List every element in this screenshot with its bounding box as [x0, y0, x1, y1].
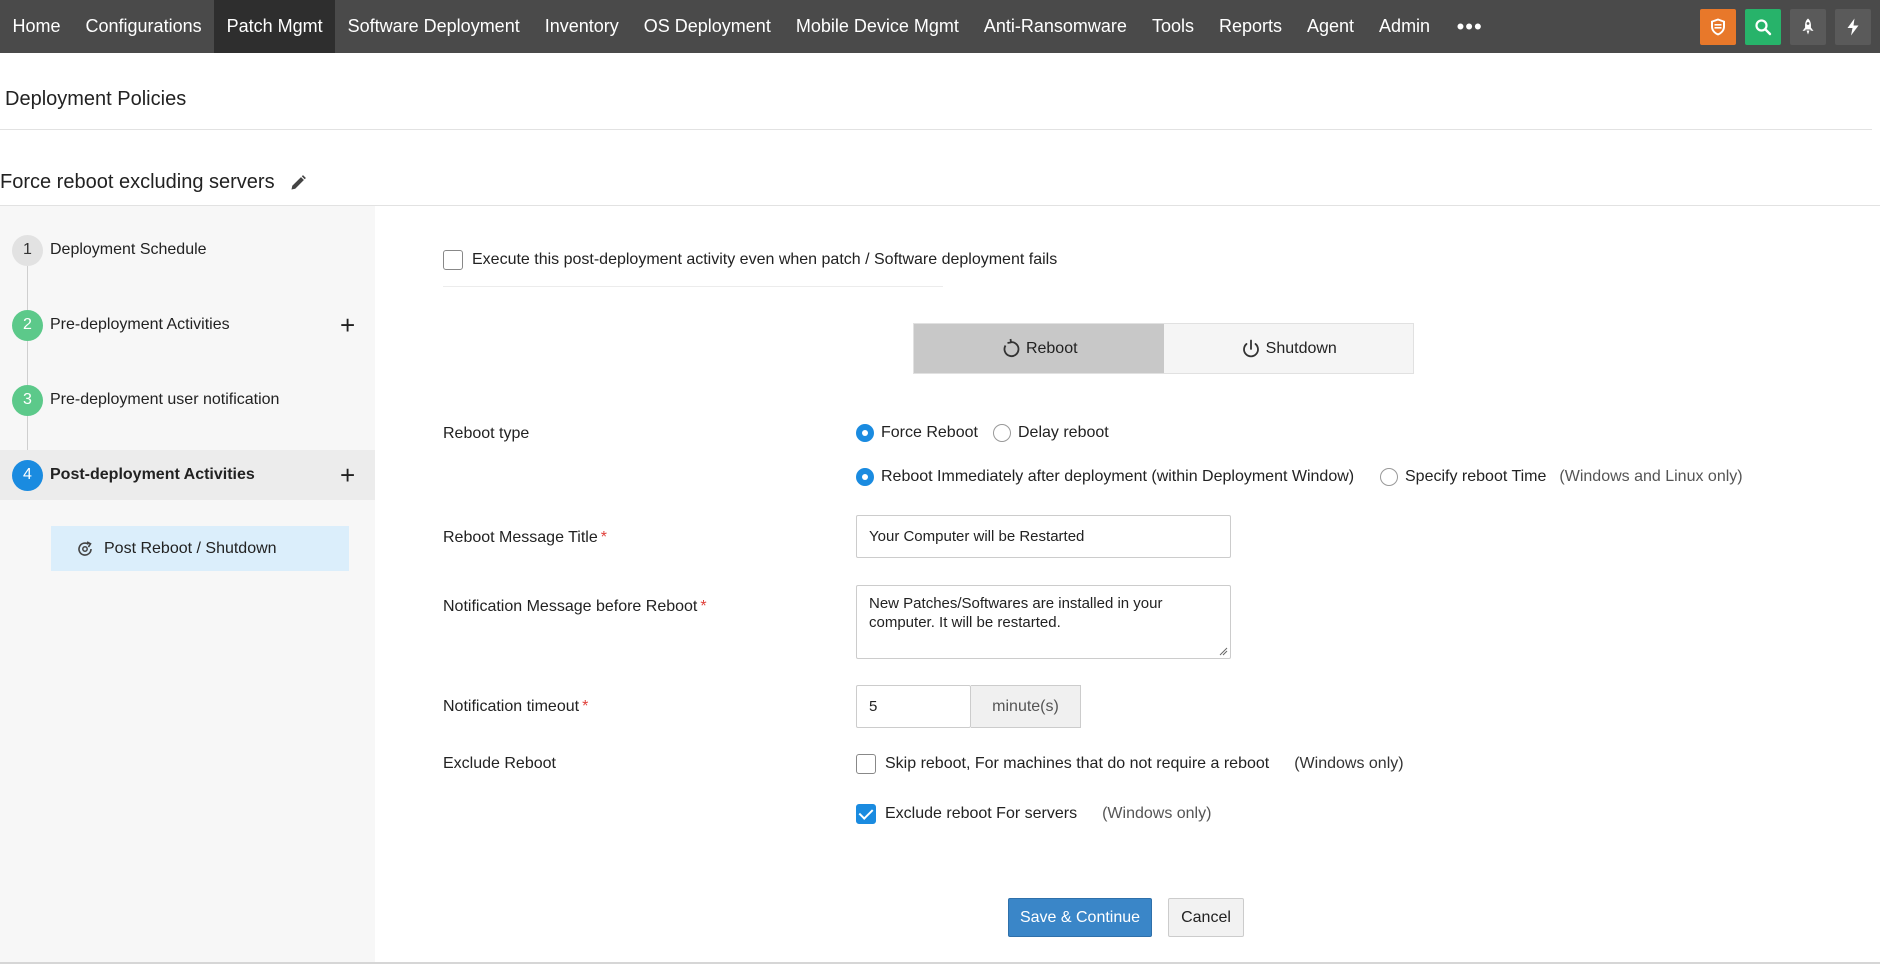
force-reboot-label: Force Reboot: [881, 424, 978, 441]
step-label: Post-deployment Activities: [50, 466, 255, 483]
notification-timeout-label: Notification timeout *: [443, 698, 588, 716]
top-navigation-bar: Home Configurations Patch Mgmt Software …: [0, 0, 1880, 53]
power-icon: [1242, 339, 1259, 357]
shutdown-tab[interactable]: Shutdown: [1163, 324, 1413, 373]
required-marker: *: [582, 698, 589, 715]
specify-reboot-hint: (Windows and Linux only): [1559, 468, 1743, 485]
nav-item-configurations[interactable]: Configurations: [73, 0, 214, 53]
search-icon[interactable]: [1745, 8, 1781, 45]
exclude-servers-option[interactable]: Exclude reboot For servers (Windows only…: [856, 804, 1211, 824]
more-menu-icon[interactable]: •••: [1443, 0, 1497, 53]
nav-item-anti-ransomware[interactable]: Anti-Ransomware: [971, 0, 1139, 53]
bolt-icon[interactable]: [1835, 8, 1871, 45]
nav-item-agent[interactable]: Agent: [1295, 0, 1367, 53]
substep-post-reboot-shutdown[interactable]: Post Reboot / Shutdown: [51, 526, 349, 571]
delay-reboot-radio[interactable]: [993, 424, 1011, 442]
reboot-shutdown-toggle: Reboot Shutdown: [913, 323, 1414, 374]
divider: [443, 286, 943, 287]
nav-menu: Home Configurations Patch Mgmt Software …: [0, 0, 1497, 53]
step-post-deployment-activities[interactable]: 4 Post-deployment Activities +: [0, 450, 375, 500]
delay-reboot-option[interactable]: Delay reboot: [993, 424, 1109, 442]
specify-reboot-time-label: Specify reboot Time: [1405, 468, 1547, 485]
step-pre-deployment-user-notification[interactable]: 3 Pre-deployment user notification: [0, 375, 375, 425]
nav-item-mobile-device-mgmt[interactable]: Mobile Device Mgmt: [783, 0, 971, 53]
reboot-tab-label: Reboot: [1025, 339, 1078, 357]
reboot-message-title-label: Reboot Message Title *: [443, 529, 607, 547]
policy-name: Force reboot excluding servers: [0, 171, 275, 193]
nav-item-tools[interactable]: Tools: [1139, 0, 1206, 53]
exclude-servers-checkbox[interactable]: [856, 804, 876, 824]
step-label: Deployment Schedule: [50, 241, 207, 258]
specify-reboot-time-radio[interactable]: [1380, 468, 1398, 486]
required-marker: *: [700, 598, 707, 615]
nav-item-inventory[interactable]: Inventory: [532, 0, 631, 53]
exclude-servers-label: Exclude reboot For servers: [885, 805, 1078, 822]
nav-item-home[interactable]: Home: [0, 0, 73, 53]
reboot-icon: [1003, 338, 1020, 357]
main-form-panel: [375, 206, 1880, 962]
nav-item-software-deployment[interactable]: Software Deployment: [335, 0, 532, 53]
steps-connector-line: [27, 250, 28, 475]
step-number: 2: [12, 309, 43, 341]
save-continue-button[interactable]: Save & Continue: [1008, 898, 1152, 937]
reboot-type-label: Reboot type: [443, 425, 530, 442]
pencil-icon[interactable]: [289, 174, 307, 192]
step-pre-deployment-activities[interactable]: 2 Pre-deployment Activities +: [0, 300, 375, 350]
notification-timeout-text: Notification timeout: [443, 698, 580, 715]
notification-message-textarea[interactable]: New Patches/Softwares are installed in y…: [856, 585, 1231, 659]
add-icon[interactable]: +: [340, 462, 355, 488]
execute-on-fail-option[interactable]: Execute this post-deployment activity ev…: [443, 250, 1057, 270]
policy-name-heading: Force reboot excluding servers: [0, 171, 307, 194]
nav-item-patch-mgmt[interactable]: Patch Mgmt: [214, 0, 336, 53]
reboot-immediately-radio[interactable]: [856, 468, 874, 486]
nav-item-admin[interactable]: Admin: [1367, 0, 1443, 53]
reboot-immediately-label: Reboot Immediately after deployment (wit…: [881, 468, 1355, 485]
step-label: Pre-deployment Activities: [50, 316, 230, 333]
bottom-border: [0, 962, 1880, 964]
nav-item-reports[interactable]: Reports: [1206, 0, 1294, 53]
header-divider: [0, 129, 1872, 130]
notification-timeout-input[interactable]: 5: [856, 685, 971, 728]
nav-action-icons: [1700, 0, 1880, 53]
nav-item-os-deployment[interactable]: OS Deployment: [631, 0, 783, 53]
resize-handle-icon[interactable]: [1218, 646, 1228, 656]
reboot-immediately-option[interactable]: Reboot Immediately after deployment (wit…: [856, 468, 1354, 486]
shield-icon[interactable]: [1700, 8, 1736, 45]
reboot-settings-icon: [78, 540, 92, 556]
minutes-unit-addon: minute(s): [971, 685, 1081, 728]
force-reboot-option[interactable]: Force Reboot: [856, 424, 978, 442]
execute-on-fail-checkbox[interactable]: [443, 250, 463, 270]
skip-reboot-checkbox[interactable]: [856, 754, 876, 774]
notification-message-value: New Patches/Softwares are installed in y…: [869, 595, 1163, 631]
step-number: 3: [12, 384, 43, 416]
reboot-message-title-text: Reboot Message Title: [443, 529, 598, 546]
step-number: 1: [12, 234, 43, 266]
skip-reboot-label: Skip reboot, For machines that do not re…: [885, 755, 1270, 772]
cancel-button[interactable]: Cancel: [1168, 898, 1244, 937]
exclude-reboot-label: Exclude Reboot: [443, 755, 556, 772]
add-icon[interactable]: +: [340, 312, 355, 338]
rocket-icon[interactable]: [1790, 8, 1826, 45]
skip-reboot-hint: (Windows only): [1294, 755, 1404, 772]
shutdown-tab-label: Shutdown: [1265, 339, 1337, 357]
step-deployment-schedule[interactable]: 1 Deployment Schedule: [0, 225, 375, 275]
step-number: 4: [12, 459, 43, 491]
delay-reboot-label: Delay reboot: [1018, 424, 1109, 441]
execute-on-fail-label: Execute this post-deployment activity ev…: [472, 251, 1058, 268]
step-label: Pre-deployment user notification: [50, 391, 280, 408]
required-marker: *: [600, 529, 607, 546]
specify-reboot-time-option[interactable]: Specify reboot Time (Windows and Linux o…: [1380, 468, 1743, 486]
force-reboot-radio[interactable]: [856, 424, 874, 442]
skip-reboot-option[interactable]: Skip reboot, For machines that do not re…: [856, 754, 1404, 774]
reboot-message-title-input[interactable]: Your Computer will be Restarted: [856, 515, 1231, 558]
reboot-tab[interactable]: Reboot: [914, 324, 1164, 373]
page-title: Deployment Policies: [5, 88, 187, 110]
notification-message-label: Notification Message before Reboot *: [443, 598, 707, 616]
substep-label: Post Reboot / Shutdown: [104, 539, 277, 557]
notification-message-text: Notification Message before Reboot: [443, 598, 698, 615]
exclude-servers-hint: (Windows only): [1102, 805, 1212, 822]
